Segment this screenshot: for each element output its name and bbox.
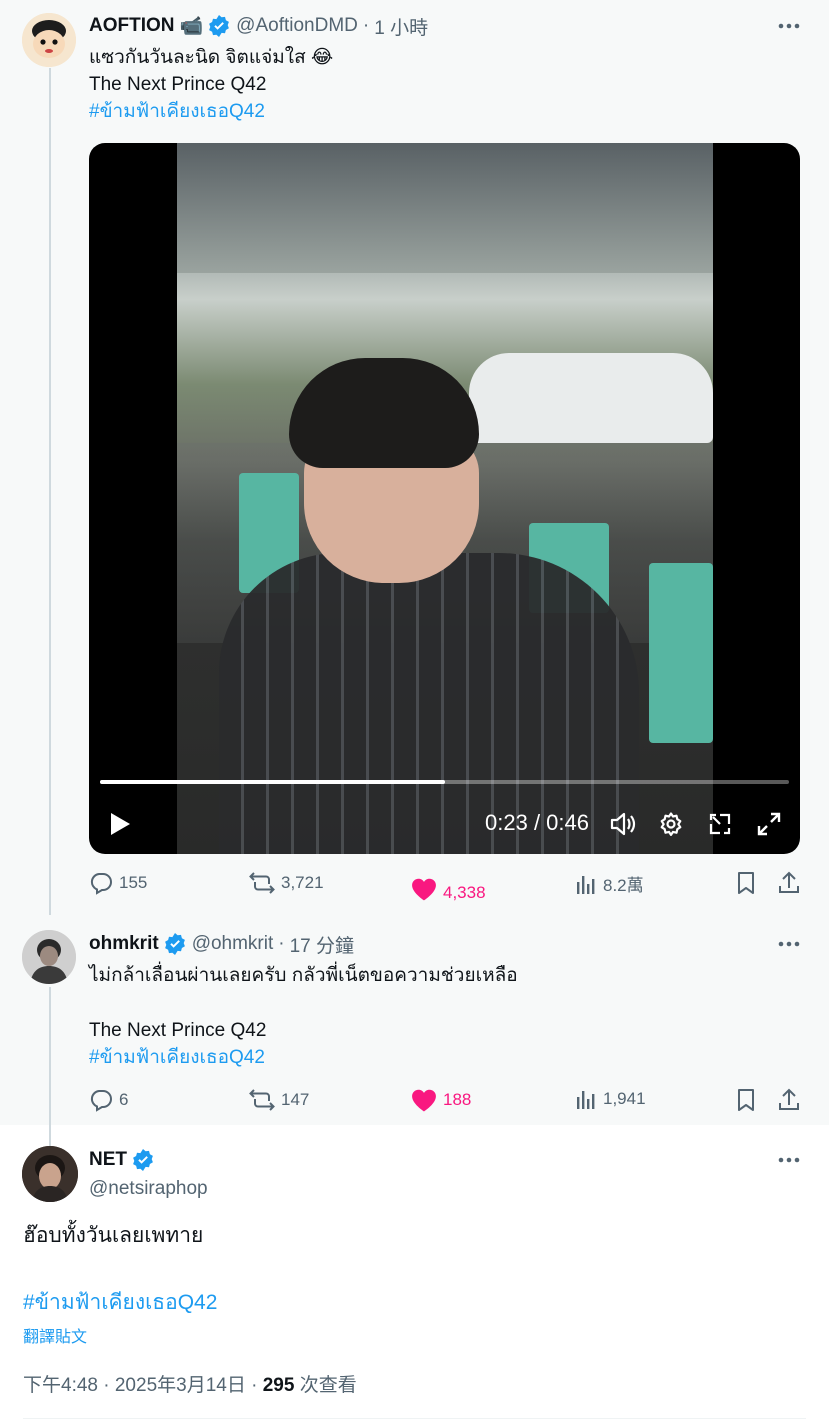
retweet-icon <box>249 1089 275 1111</box>
bookmark-button[interactable] <box>735 871 763 895</box>
avatar-aoftion[interactable] <box>22 13 76 67</box>
tweet-header: AOFTION 📹 @AoftionDMD · 1 小時 <box>89 12 428 40</box>
timestamp[interactable]: 17 分鐘 <box>290 931 354 958</box>
more-options-icon[interactable] <box>777 932 801 956</box>
tweet-text-line: ไม่กล้าเลื่อนผ่านเลยครับ กลัวพี่เน็ตขอคว… <box>89 965 518 986</box>
timestamp[interactable]: 1 小時 <box>374 13 428 40</box>
retweet-button[interactable]: 147 <box>249 1088 309 1112</box>
handle[interactable]: @netsiraphop <box>89 1175 208 1202</box>
display-name[interactable]: AOFTION <box>89 15 175 37</box>
separator-dot: · <box>362 15 370 36</box>
hashtag-link[interactable]: #ข้ามฟ้าเคียงเธอQ42 <box>89 1044 265 1071</box>
video-duration: 0:46 <box>546 810 589 835</box>
like-count: 188 <box>443 1090 472 1109</box>
display-name[interactable]: ohmkrit <box>89 933 159 955</box>
share-icon <box>779 871 799 893</box>
separator-dot: · <box>278 933 285 954</box>
video-progress-bar[interactable] <box>100 780 789 784</box>
tweet-text-line: แซวกันวันละนิด จิตแจ่มใส 😂 <box>89 47 334 68</box>
avatar-ohmkrit[interactable] <box>22 930 76 984</box>
reply-button[interactable]: 155 <box>89 871 147 895</box>
reply-icon <box>90 1090 112 1112</box>
settings-gear-icon[interactable] <box>655 808 687 840</box>
view-count: 295 <box>262 1375 295 1396</box>
bookmark-button[interactable] <box>735 1088 763 1112</box>
views-button[interactable]: 8.2萬 <box>575 871 644 896</box>
tweet-text-line: The Next Prince Q42 <box>89 1020 267 1041</box>
views-count: 1,941 <box>603 1089 646 1108</box>
retweet-count: 3,721 <box>281 873 324 892</box>
retweet-icon <box>249 872 275 894</box>
tweet-meta: 下午4:48 · 2025年3月14日 · 295 次查看 <box>23 1370 357 1397</box>
handle[interactable]: @AoftionDMD <box>236 15 358 37</box>
more-options-icon[interactable] <box>777 1148 801 1172</box>
video-scene-person-hair <box>289 358 479 468</box>
analytics-icon <box>577 875 595 894</box>
video-scene-roof <box>177 143 713 273</box>
video-progress-fill <box>100 780 445 784</box>
hashtag-link[interactable]: #ข้ามฟ้าเคียงเธอQ42 <box>23 1288 217 1318</box>
video-player[interactable]: 0:23 / 0:46 <box>89 143 800 854</box>
like-count: 4,338 <box>443 883 486 902</box>
views-button[interactable]: 1,941 <box>575 1088 646 1110</box>
thread-line <box>49 987 51 1147</box>
views-label: 次查看 <box>294 1375 357 1396</box>
analytics-icon <box>577 1091 595 1109</box>
divider <box>23 1418 806 1419</box>
share-button[interactable] <box>777 1088 807 1112</box>
hashtag-link[interactable]: #ข้ามฟ้าเคียงเธอQ42 <box>89 98 265 125</box>
video-scene-car <box>469 353 713 443</box>
heart-filled-icon <box>412 1089 436 1112</box>
share-button[interactable] <box>777 871 807 895</box>
picture-in-picture-icon[interactable] <box>704 808 736 840</box>
translate-post-link[interactable]: 翻譯貼文 <box>23 1323 87 1347</box>
post-datetime[interactable]: 下午4:48 · 2025年3月14日 · <box>23 1375 263 1396</box>
camera-emoji-icon: 📹 <box>179 16 204 37</box>
heart-filled-icon <box>412 878 436 901</box>
like-button[interactable]: 4,338 <box>411 875 486 903</box>
video-scene-stool <box>649 563 713 743</box>
tweet-text-line: The Next Prince Q42 <box>89 74 267 95</box>
bookmark-icon <box>738 1089 754 1111</box>
reply-count: 155 <box>119 873 148 892</box>
reply-count: 6 <box>119 1090 129 1109</box>
handle[interactable]: @ohmkrit <box>192 933 274 955</box>
reply-icon <box>90 873 112 895</box>
bookmark-icon <box>738 872 754 894</box>
verified-icon <box>132 1149 154 1171</box>
tweet-actions: 6 147 188 1,941 <box>89 1088 800 1118</box>
like-button[interactable]: 188 <box>411 1088 471 1112</box>
tweet-main-text: ฮ๊อบทั้งวันเลยเพทาย <box>23 1224 204 1247</box>
video-time: 0:23 / 0:46 <box>485 810 589 835</box>
tweet-header: NET <box>89 1146 154 1174</box>
display-name[interactable]: NET <box>89 1149 127 1171</box>
volume-icon[interactable] <box>607 808 639 840</box>
tweet-actions: 155 3,721 4,338 8.2萬 <box>89 871 800 903</box>
video-scene-person-shirt <box>219 553 639 854</box>
retweet-button[interactable]: 3,721 <box>249 871 324 895</box>
share-icon <box>779 1088 799 1110</box>
video-current-time: 0:23 <box>485 810 528 835</box>
avatar-net[interactable] <box>22 1146 78 1202</box>
views-count: 8.2萬 <box>603 876 644 895</box>
verified-icon <box>208 15 230 37</box>
fullscreen-icon[interactable] <box>753 808 785 840</box>
retweet-count: 147 <box>281 1090 310 1109</box>
play-icon[interactable] <box>103 808 137 840</box>
tweet-header: ohmkrit @ohmkrit · 17 分鐘 <box>89 930 354 958</box>
reply-button[interactable]: 6 <box>89 1088 128 1112</box>
verified-icon <box>164 933 186 955</box>
thread-line <box>49 68 51 915</box>
more-options-icon[interactable] <box>777 14 801 38</box>
